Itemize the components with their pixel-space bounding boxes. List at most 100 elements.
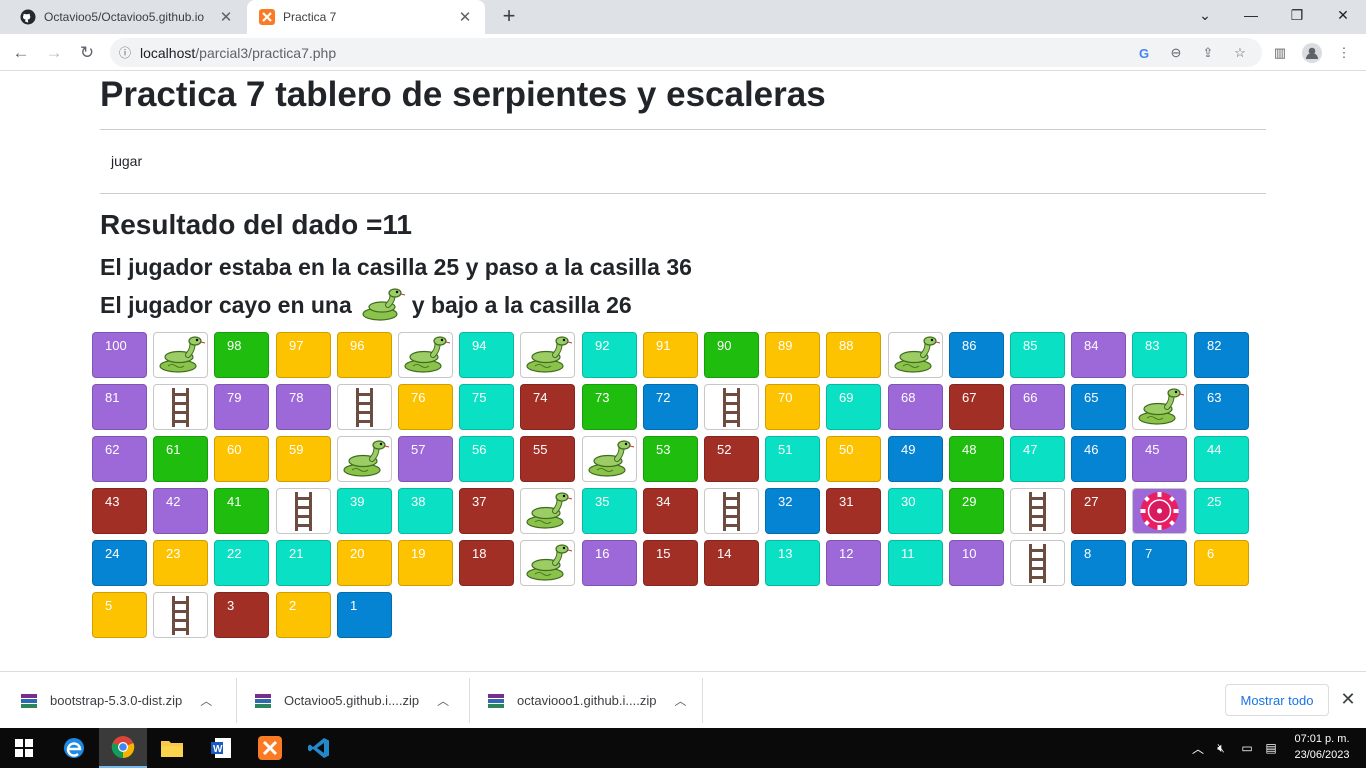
ladder-icon xyxy=(154,385,207,429)
board-cell: 27 xyxy=(1071,488,1126,534)
play-link[interactable]: jugar xyxy=(111,153,142,169)
board-cell: 98 xyxy=(214,332,269,378)
info-icon[interactable]: ⓘ xyxy=(110,44,140,61)
snake-cell xyxy=(153,332,208,378)
cell-number: 2 xyxy=(289,598,297,613)
cell-number: 31 xyxy=(839,494,854,509)
back-icon[interactable]: ← xyxy=(7,39,35,67)
board-cell: 97 xyxy=(276,332,331,378)
board-cell: 35 xyxy=(582,488,637,534)
chevron-up-icon[interactable]: ︿ xyxy=(200,692,212,709)
notifications-icon[interactable]: ▤ xyxy=(1260,728,1282,768)
minimize-icon[interactable]: — xyxy=(1228,0,1274,30)
browser-toolbar: ← → ↻ ⓘ localhost/parcial3/practica7.php… xyxy=(0,34,1366,71)
download-item[interactable]: octaviooo1.github.i....zip ︿ xyxy=(487,672,687,729)
cell-number: 30 xyxy=(901,494,916,509)
windows-start-icon[interactable] xyxy=(0,728,48,768)
ladder-icon xyxy=(1011,541,1064,585)
board-cell: 45 xyxy=(1132,436,1187,482)
ladder-cell xyxy=(276,488,331,534)
cell-number: 32 xyxy=(778,494,793,509)
new-tab-button[interactable]: + xyxy=(496,5,522,29)
cell-number: 100 xyxy=(105,338,127,353)
cell-number: 39 xyxy=(350,494,365,509)
menu-icon[interactable]: ⋮ xyxy=(1334,43,1354,63)
ladder-icon xyxy=(705,385,758,429)
vscode-icon[interactable] xyxy=(295,728,343,768)
github-icon xyxy=(20,9,36,25)
tab-github[interactable]: Octavioo5/Octavioo5.github.io ✕ xyxy=(8,0,246,34)
board-cell: 100 xyxy=(92,332,147,378)
file-explorer-icon[interactable] xyxy=(148,728,196,768)
board-cell: 49 xyxy=(888,436,943,482)
chevron-up-icon[interactable]: ︿ xyxy=(674,692,686,709)
address-bar[interactable]: ⓘ localhost/parcial3/practica7.php xyxy=(110,38,1262,67)
board-cell: 41 xyxy=(214,488,269,534)
bookmark-star-icon[interactable]: ☆ xyxy=(1230,43,1250,63)
board-cell: 5 xyxy=(92,592,147,638)
word-icon[interactable]: W xyxy=(197,728,245,768)
chevron-up-icon[interactable]: ︿ xyxy=(437,692,449,709)
close-icon[interactable]: ✕ xyxy=(1338,689,1358,711)
forward-icon[interactable]: → xyxy=(40,39,68,67)
close-icon[interactable]: ✕ xyxy=(457,8,473,26)
snake-icon xyxy=(521,333,574,377)
restore-icon[interactable]: ❐ xyxy=(1274,0,1320,30)
snake-icon xyxy=(889,333,942,377)
board-cell: 8 xyxy=(1071,540,1126,586)
board-cell: 79 xyxy=(214,384,269,430)
taskbar: W ︿ 🔇︎ ▭ ▤ 07:01 p. m. 23/06/2023 xyxy=(0,728,1366,768)
board-cell: 50 xyxy=(826,436,881,482)
snake-icon xyxy=(583,437,636,481)
side-panel-icon[interactable]: ▥ xyxy=(1270,43,1290,63)
xampp-icon xyxy=(259,9,275,25)
network-icon[interactable]: ▭ xyxy=(1236,728,1258,768)
chevron-up-icon[interactable]: ︿ xyxy=(1188,728,1208,768)
board-cell: 72 xyxy=(643,384,698,430)
close-icon[interactable]: ✕ xyxy=(218,8,234,26)
download-item[interactable]: Octavioo5.github.i....zip ︿ xyxy=(254,672,449,729)
show-all-button[interactable]: Mostrar todo xyxy=(1225,684,1329,716)
board-cell: 60 xyxy=(214,436,269,482)
close-window-icon[interactable]: ✕ xyxy=(1320,0,1366,30)
ladder-icon xyxy=(154,593,207,637)
cell-number: 1 xyxy=(350,598,358,613)
divider xyxy=(100,129,1266,130)
chrome-icon[interactable] xyxy=(99,728,147,768)
board-cell: 37 xyxy=(459,488,514,534)
google-icon[interactable]: G xyxy=(1134,43,1154,63)
xampp-icon[interactable] xyxy=(246,728,294,768)
dice-result: Resultado del dado =11 xyxy=(100,209,412,240)
board-cell: 51 xyxy=(765,436,820,482)
board-cell: 18 xyxy=(459,540,514,586)
cell-number: 45 xyxy=(1145,442,1160,457)
cell-number: 83 xyxy=(1145,338,1160,353)
cell-number: 89 xyxy=(778,338,793,353)
board-cell: 42 xyxy=(153,488,208,534)
cell-number: 78 xyxy=(289,390,304,405)
download-item[interactable]: bootstrap-5.3.0-dist.zip ︿ xyxy=(20,672,212,729)
zip-icon xyxy=(20,692,38,710)
edge-icon[interactable] xyxy=(50,728,98,768)
zoom-icon[interactable]: ⊖ xyxy=(1166,43,1186,63)
share-icon[interactable]: ⇪ xyxy=(1198,43,1218,63)
snake-cell xyxy=(398,332,453,378)
system-clock[interactable]: 07:01 p. m. 23/06/2023 xyxy=(1284,731,1360,763)
cell-number: 18 xyxy=(472,546,487,561)
board-cell: 76 xyxy=(398,384,453,430)
cell-number: 68 xyxy=(901,390,916,405)
cell-number: 91 xyxy=(656,338,671,353)
reload-icon[interactable]: ↻ xyxy=(73,39,101,67)
board-cell: 53 xyxy=(643,436,698,482)
tab-search-icon[interactable]: ⌄ xyxy=(1182,0,1228,30)
tab-practica7[interactable]: Practica 7 ✕ xyxy=(247,0,485,34)
profile-icon[interactable] xyxy=(1302,43,1322,63)
board-cell: 82 xyxy=(1194,332,1249,378)
volume-muted-icon[interactable]: 🔇︎ xyxy=(1210,728,1232,768)
cell-number: 52 xyxy=(717,442,732,457)
clock-time: 07:01 p. m. xyxy=(1294,733,1350,745)
board-cell: 89 xyxy=(765,332,820,378)
board-cell: 75 xyxy=(459,384,514,430)
board-cell: 13 xyxy=(765,540,820,586)
page-content: Practica 7 tablero de serpientes y escal… xyxy=(0,71,1366,671)
